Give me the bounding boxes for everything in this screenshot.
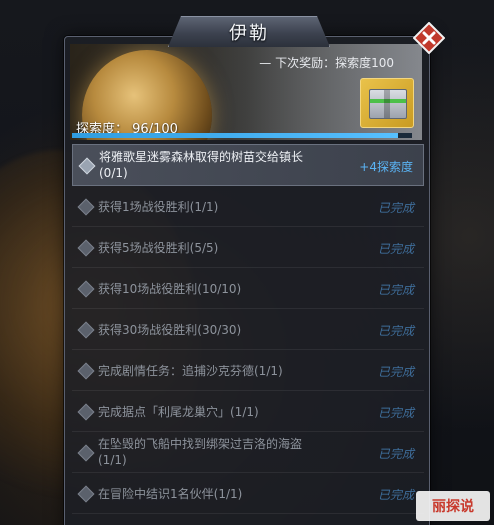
diamond-bullet-icon (77, 280, 95, 298)
quest-text: 在冒险中结识1名伙伴(1/1) (98, 487, 243, 501)
close-button[interactable] (413, 22, 445, 54)
quest-text: 将雅歌星迷雾森林取得的树苗交给镇长 (0/1) (99, 150, 304, 180)
diamond-bullet-icon (77, 239, 95, 257)
game-screen: 伊勒 — 下次奖励：探索度100 探索度： 96/100 将雅歌星迷雾森林取得的… (0, 0, 494, 525)
diamond-bullet-icon (77, 362, 95, 380)
quest-text: 获得1场战役胜利(1/1) (98, 200, 219, 214)
quest-item[interactable]: 将雅歌星迷雾森林取得的树苗交给镇长 (0/1) +4探索度 (72, 144, 424, 186)
quest-item[interactable]: 获得30场战役胜利(30/30) 已完成 (72, 309, 424, 350)
quest-item[interactable]: 获得1场战役胜利(1/1) 已完成 (72, 186, 424, 227)
quest-text: 完成剧情任务：追捕沙克芬德(1/1) (98, 364, 283, 378)
diamond-bullet-icon (77, 485, 95, 503)
quest-text: 获得10场战役胜利(10/10) (98, 282, 242, 296)
progress-fill (72, 133, 399, 138)
quest-reward: +4探索度 (359, 160, 413, 174)
diamond-bullet-icon (77, 444, 95, 462)
panel-title-tab: 伊勒 (168, 16, 330, 47)
quest-status: 已完成 (377, 283, 414, 297)
diamond-bullet-icon (77, 321, 95, 339)
quest-text: 完成据点「利尾龙巢穴」(1/1) (98, 405, 259, 419)
quest-item[interactable]: 完成剧情任务：追捕沙克芬德(1/1) 已完成 (72, 350, 424, 391)
diamond-bullet-icon (78, 157, 96, 175)
quest-text: 获得5场战役胜利(5/5) (98, 241, 219, 255)
quest-text: 在坠毁的飞船中找到绑架过吉洛的海盗 (1/1) (98, 437, 303, 467)
quest-item[interactable]: 在冒险中结识1名伙伴(1/1) 已完成 (72, 473, 424, 514)
diamond-bullet-icon (77, 198, 95, 216)
quest-item[interactable]: 获得5场战役胜利(5/5) 已完成 (72, 227, 424, 268)
quest-status: 已完成 (377, 201, 414, 215)
quest-status: 已完成 (377, 406, 414, 420)
quest-status: 已完成 (377, 365, 414, 379)
quest-item[interactable]: 在坠毁的飞船中找到绑架过吉洛的海盗 (1/1) 已完成 (72, 432, 424, 473)
quest-item[interactable]: 获得10场战役胜利(10/10) 已完成 (72, 268, 424, 309)
diamond-bullet-icon (77, 403, 95, 421)
close-icon (413, 22, 445, 54)
watermark-logo: 丽探说 (416, 491, 490, 521)
quest-status: 已完成 (377, 324, 414, 338)
exploration-progress-bar (72, 133, 412, 138)
supply-crate-icon (369, 89, 407, 119)
quest-list: 将雅歌星迷雾森林取得的树苗交给镇长 (0/1) +4探索度 获得1场战役胜利(1… (72, 144, 424, 514)
reward-crate-button[interactable] (360, 78, 414, 128)
quest-status: 已完成 (377, 447, 414, 461)
panel-title: 伊勒 (229, 23, 269, 44)
quest-status: 已完成 (377, 242, 414, 256)
quest-item[interactable]: 完成据点「利尾龙巢穴」(1/1) 已完成 (72, 391, 424, 432)
next-reward-text: — 下次奖励：探索度100 (259, 56, 394, 70)
quest-text: 获得30场战役胜利(30/30) (98, 323, 242, 337)
watermark-text: 丽探说 (432, 499, 474, 515)
quest-status: 已完成 (377, 488, 414, 502)
